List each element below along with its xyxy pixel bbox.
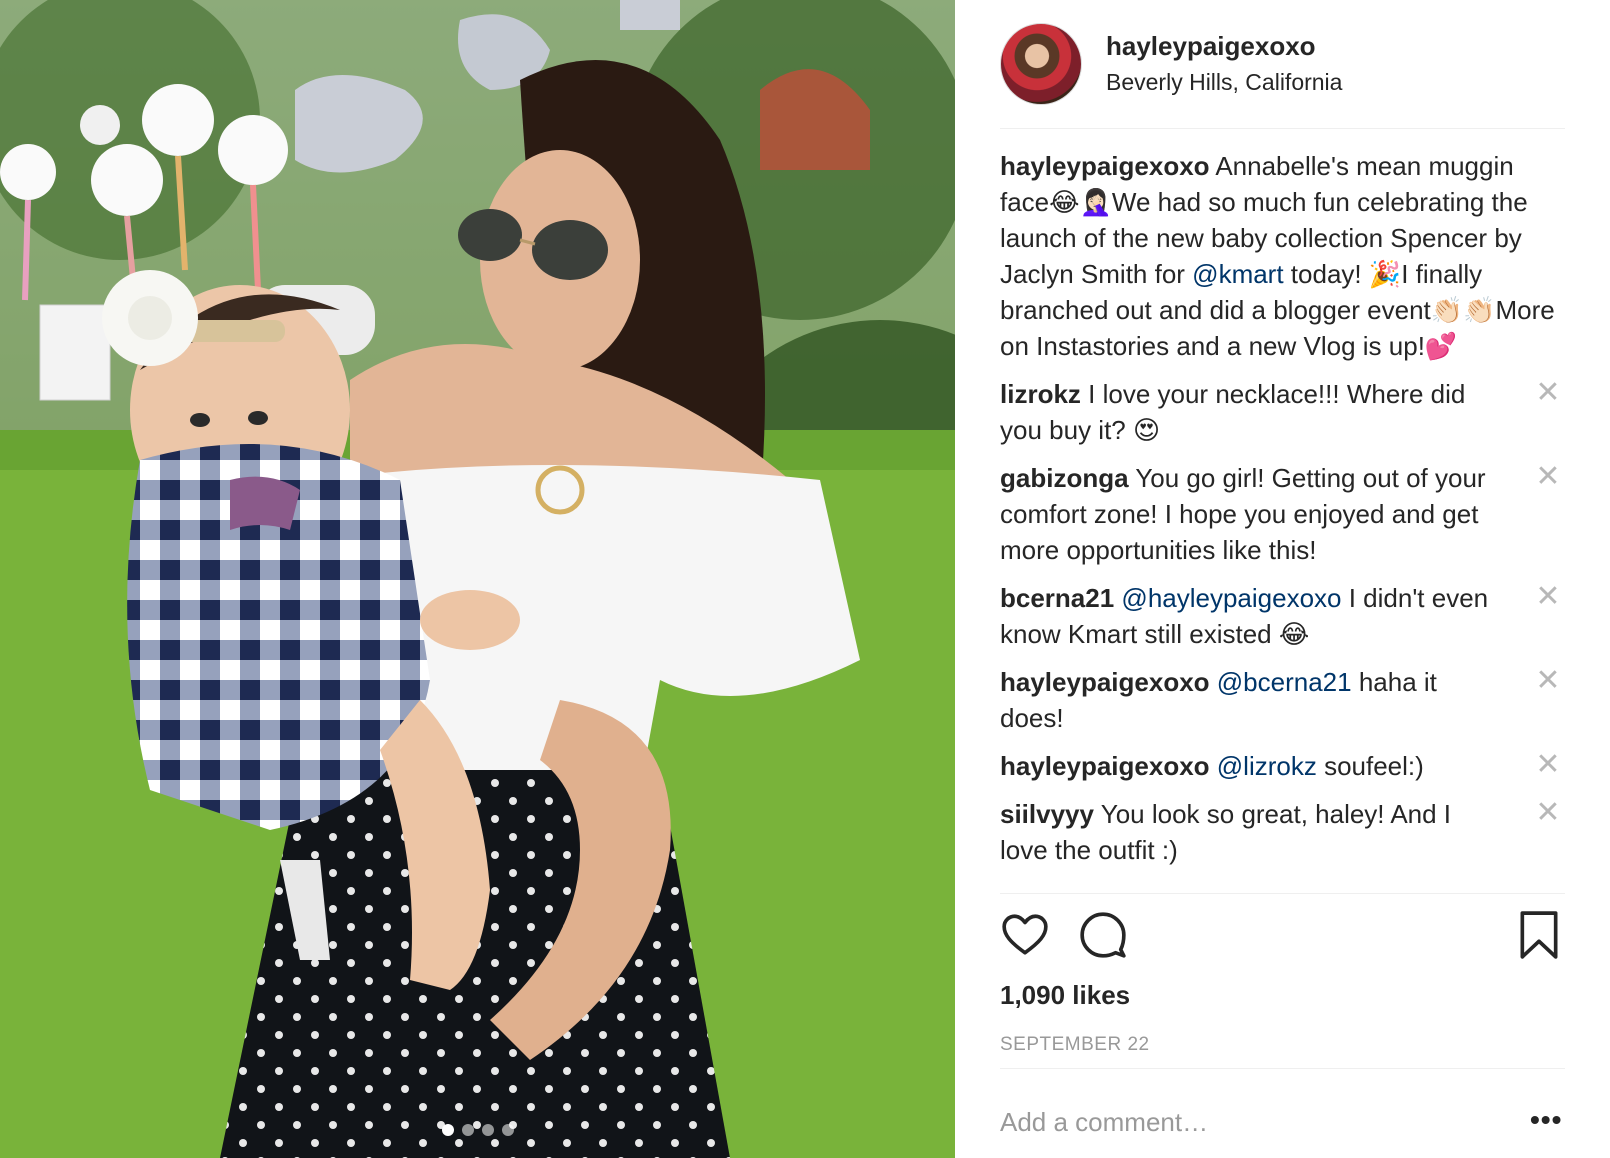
caption-mention[interactable]: @kmart	[1192, 259, 1283, 289]
comment-bubble-icon[interactable]	[1078, 910, 1128, 965]
header-username[interactable]: hayleypaigexoxo	[1106, 29, 1342, 63]
location-link[interactable]: Beverly Hills, California	[1106, 65, 1342, 99]
divider	[1000, 128, 1565, 129]
comment-username[interactable]: gabizonga	[1000, 463, 1129, 493]
comment-username[interactable]: siilvyyy	[1000, 799, 1094, 829]
comment-mention[interactable]: @bcerna21	[1217, 667, 1352, 697]
post-header: hayleypaigexoxo Beverly Hills, Californi…	[1000, 16, 1560, 112]
comment-item: hayleypaigexoxo @bcerna21 haha it does! ✕	[1000, 664, 1565, 736]
carousel-dot[interactable]	[481, 1124, 494, 1136]
comment-username[interactable]: bcerna21	[1000, 583, 1114, 613]
close-icon[interactable]: ✕	[1533, 798, 1563, 828]
comment-item: gabizonga You go girl! Getting out of yo…	[1000, 460, 1565, 568]
comment-space	[1210, 667, 1217, 697]
bookmark-icon[interactable]	[1518, 910, 1560, 965]
caption-username[interactable]: hayleypaigexoxo	[1000, 151, 1210, 181]
post-sidebar: hayleypaigexoxo Beverly Hills, Californi…	[955, 0, 1610, 1158]
close-icon[interactable]: ✕	[1533, 750, 1563, 780]
comment-item: hayleypaigexoxo @lizrokz soufeel:) ✕	[1000, 748, 1565, 784]
comments-list[interactable]: hayleypaigexoxo Annabelle's mean muggin …	[1000, 148, 1565, 893]
heart-icon[interactable]	[1000, 910, 1050, 965]
comment-username[interactable]: lizrokz	[1000, 379, 1081, 409]
comment-username[interactable]: hayleypaigexoxo	[1000, 667, 1210, 697]
action-bar	[1000, 910, 1565, 970]
photo-image	[0, 0, 955, 1158]
carousel-dot[interactable]	[501, 1124, 514, 1136]
close-icon[interactable]: ✕	[1533, 378, 1563, 408]
more-options-icon[interactable]: •••	[1530, 1106, 1562, 1134]
header-text: hayleypaigexoxo Beverly Hills, Californi…	[1106, 29, 1342, 99]
avatar[interactable]	[1000, 23, 1082, 105]
post-date[interactable]: SEPTEMBER 22	[1000, 1034, 1150, 1056]
comment-item: lizrokz I love your necklace!!! Where di…	[1000, 376, 1565, 448]
comment-text: soufeel:)	[1316, 751, 1424, 781]
close-icon[interactable]: ✕	[1533, 582, 1563, 612]
divider	[1000, 893, 1565, 894]
post-photo[interactable]	[0, 0, 955, 1158]
comment-mention[interactable]: @hayleypaigexoxo	[1121, 583, 1341, 613]
likes-count[interactable]: 1,090 likes	[1000, 980, 1130, 1011]
comment-username[interactable]: hayleypaigexoxo	[1000, 751, 1210, 781]
comment-item: siilvyyy You look so great, haley! And I…	[1000, 796, 1565, 868]
comment-item: bcerna21 @hayleypaigexoxo I didn't even …	[1000, 580, 1565, 652]
add-comment-input[interactable]	[1000, 1100, 1480, 1144]
divider	[1000, 1068, 1565, 1069]
carousel-dot[interactable]	[441, 1124, 454, 1136]
comment-space	[1210, 751, 1217, 781]
carousel-dot[interactable]	[461, 1124, 474, 1136]
close-icon[interactable]: ✕	[1533, 666, 1563, 696]
comment-mention[interactable]: @lizrokz	[1217, 751, 1317, 781]
caption: hayleypaigexoxo Annabelle's mean muggin …	[1000, 148, 1565, 364]
close-icon[interactable]: ✕	[1533, 462, 1563, 492]
carousel-indicator	[0, 1124, 955, 1136]
